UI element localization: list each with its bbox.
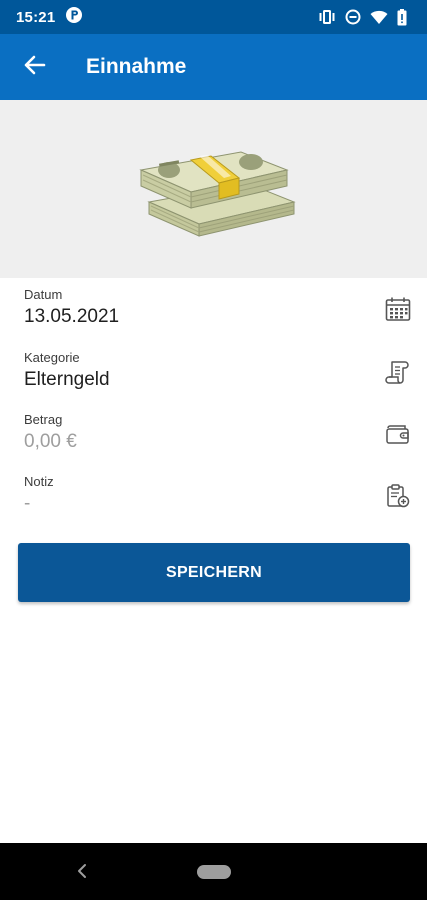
wifi-icon bbox=[370, 10, 388, 25]
category-field[interactable]: Kategorie Elterngeld bbox=[24, 350, 414, 406]
money-stack-illustration bbox=[129, 132, 299, 247]
calendar-icon[interactable] bbox=[384, 295, 412, 323]
page-title: Einnahme bbox=[86, 55, 187, 78]
receipt-icon[interactable] bbox=[384, 358, 412, 386]
date-field[interactable]: Datum 13.05.2021 bbox=[24, 287, 414, 343]
note-value: - bbox=[24, 493, 31, 514]
home-pill-icon[interactable] bbox=[196, 864, 231, 879]
battery-icon bbox=[397, 8, 407, 26]
wallet-icon[interactable] bbox=[384, 420, 412, 448]
hero-banner bbox=[0, 100, 427, 278]
app-notification-icon bbox=[65, 6, 83, 29]
app-bar: Einnahme bbox=[0, 34, 427, 100]
status-bar: 15:21 bbox=[0, 0, 427, 34]
amount-label: Betrag bbox=[24, 412, 63, 427]
amount-field[interactable]: Betrag 0,00 € bbox=[24, 412, 414, 468]
category-value: Elterngeld bbox=[24, 369, 110, 390]
save-button[interactable]: SPEICHERN bbox=[18, 543, 410, 602]
note-label: Notiz bbox=[24, 474, 54, 489]
vibrate-icon bbox=[318, 9, 336, 25]
category-label: Kategorie bbox=[24, 350, 80, 365]
arrow-back-icon bbox=[24, 55, 46, 80]
clipboard-icon[interactable] bbox=[384, 482, 412, 510]
date-label: Datum bbox=[24, 287, 63, 302]
back-button[interactable] bbox=[0, 34, 70, 100]
status-time: 15:21 bbox=[16, 8, 56, 26]
system-nav-bar bbox=[0, 843, 427, 900]
note-field[interactable]: Notiz - bbox=[24, 474, 414, 530]
do-not-disturb-icon bbox=[345, 9, 361, 25]
amount-value: 0,00 € bbox=[24, 431, 77, 452]
date-value: 13.05.2021 bbox=[24, 306, 120, 327]
back-icon[interactable] bbox=[76, 862, 88, 885]
